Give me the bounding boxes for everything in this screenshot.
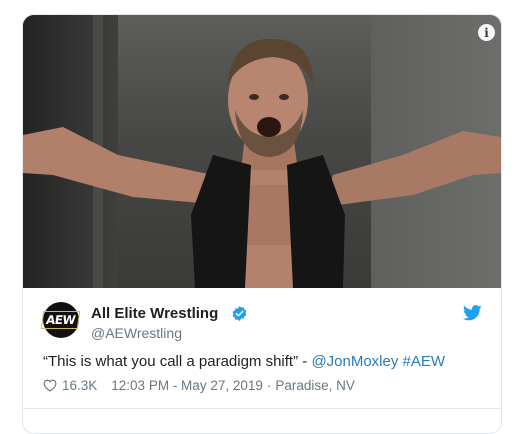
mention-link[interactable]: @JonMoxley [311,353,398,370]
twitter-bird-icon[interactable] [463,305,482,321]
heart-icon[interactable] [43,379,57,392]
verified-badge-icon [232,306,247,321]
tweet-location[interactable]: Paradise, NV [275,378,355,393]
like-count[interactable]: 16.3K [62,378,97,393]
embedded-tweet-card: i AEW All Elite Wrestling @AEWrestling “… [22,14,502,434]
info-icon[interactable]: i [478,24,495,41]
author-display-name[interactable]: All Elite Wrestling [91,305,218,322]
tweet-text: “This is what you call a paradigm shift”… [43,352,483,372]
avatar-logo-text: AEW [41,311,81,329]
meta-separator: · [266,378,272,393]
avatar[interactable]: AEW [41,302,81,338]
wrestler-figure [23,38,501,288]
tweet-timestamp[interactable]: 12:03 PM - May 27, 2019 [111,378,263,393]
tweet-text-body: “This is what you call a paradigm shift”… [43,353,312,370]
card-divider [23,408,501,409]
tweet-meta-row: 16.3K 12:03 PM - May 27, 2019 · Paradise… [43,378,359,393]
hashtag-link[interactable]: #AEW [403,353,446,370]
tweet-author-row: AEW All Elite Wrestling @AEWrestling [23,288,501,348]
tweet-media-image[interactable]: i [23,15,501,288]
author-handle[interactable]: @AEWrestling [91,325,182,341]
